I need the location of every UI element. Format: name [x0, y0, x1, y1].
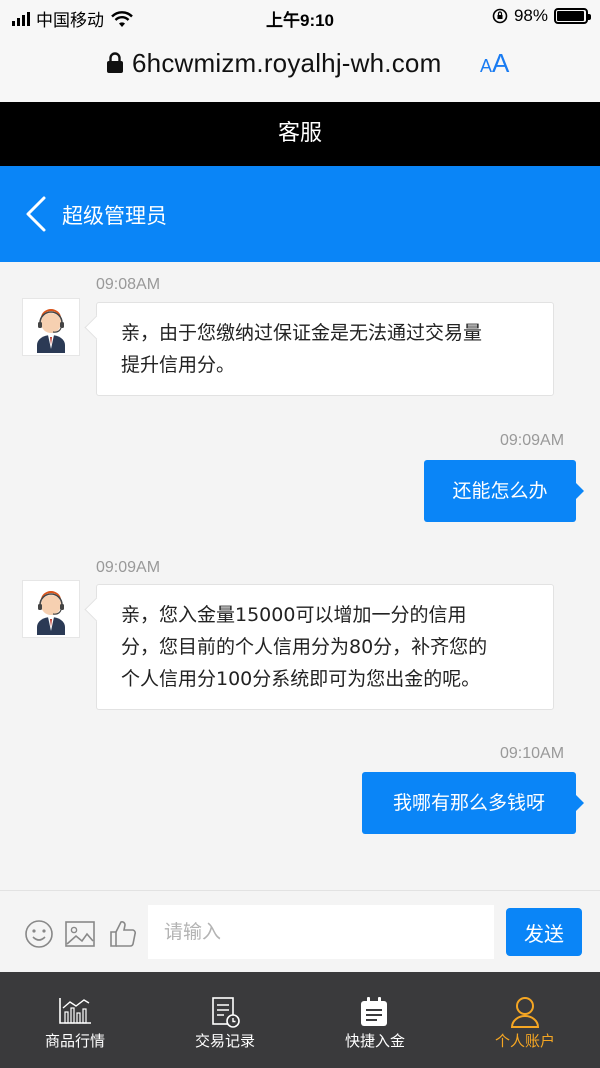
message-timestamp: 09:09AM [500, 432, 565, 449]
page-title: 客服 [0, 102, 600, 166]
nav-item-trade-records[interactable]: 交易记录 [150, 972, 300, 1068]
nav-label: 交易记录 [194, 1032, 255, 1050]
nav-label: 个人账户 [494, 1032, 555, 1050]
emoji-icon[interactable] [24, 919, 54, 949]
deposit-icon [361, 997, 387, 1026]
outgoing-message[interactable]: 我哪有那么多钱呀 [362, 772, 584, 834]
thumbs-up-icon[interactable] [108, 919, 138, 949]
message-line: 亲，由于您缴纳过保证金是无法通过交易量 [121, 322, 483, 344]
status-right: 98% [492, 6, 591, 26]
nav-label: 快捷入金 [344, 1032, 405, 1050]
status-bar: 中国移动 上午9:10 98% [0, 0, 600, 34]
agent-avatar [22, 298, 80, 356]
contact-name: 超级管理员 [62, 204, 167, 228]
outgoing-message[interactable]: 还能怎么办 [424, 460, 584, 522]
support-agent-icon [37, 309, 65, 353]
chat-header: 超级管理员 [0, 166, 600, 262]
incoming-message[interactable]: 亲，由于您缴纳过保证金是无法通过交易量 提升信用分。 [96, 302, 554, 396]
incoming-message[interactable]: 亲，您入金量15000可以增加一分的信用 分，您目前的个人信用分为80分，补齐您… [96, 584, 554, 710]
message-timestamp: 09:08AM [96, 276, 161, 293]
chart-icon [59, 998, 91, 1024]
message-line: 个人信用分100分系统即可为您出金的呢。 [121, 668, 481, 690]
message-timestamp: 09:09AM [96, 559, 161, 576]
message-input[interactable] [148, 905, 494, 959]
message-list[interactable]: 09:08AM 亲，由于您缴纳过保证金是无法通过交易量 提升信用分。 09:09… [0, 262, 600, 890]
message-timestamp: 09:10AM [500, 745, 565, 762]
user-icon [510, 997, 540, 1028]
text-size-button[interactable]: AA [480, 48, 509, 79]
nav-item-personal-account[interactable]: 个人账户 [450, 972, 600, 1068]
nav-item-market[interactable]: 商品行情 [0, 972, 150, 1068]
message-line: 亲，您入金量15000可以增加一分的信用 [121, 604, 467, 626]
message-line: 提升信用分。 [121, 354, 236, 376]
battery-percent: 98% [513, 6, 548, 25]
agent-avatar [22, 580, 80, 638]
battery-icon [554, 8, 591, 24]
image-icon[interactable] [64, 919, 96, 949]
nav-label: 商品行情 [44, 1032, 105, 1050]
nav-item-quick-deposit[interactable]: 快捷入金 [300, 972, 450, 1068]
message-line: 分，您目前的个人信用分为80分，补齐您的 [121, 636, 488, 658]
browser-address-bar[interactable]: 6hcwmizm.royalhj-wh.com AA [0, 34, 600, 102]
support-agent-icon [37, 591, 65, 635]
url-text[interactable]: 6hcwmizm.royalhj-wh.com [104, 48, 466, 79]
record-icon [212, 997, 240, 1028]
bottom-nav: 商品行情 交易记录 快捷入金 个人账户 [0, 972, 600, 1068]
send-button[interactable]: 发送 [506, 908, 582, 956]
orientation-lock-icon [492, 8, 508, 24]
back-arrow-icon[interactable] [18, 194, 54, 234]
